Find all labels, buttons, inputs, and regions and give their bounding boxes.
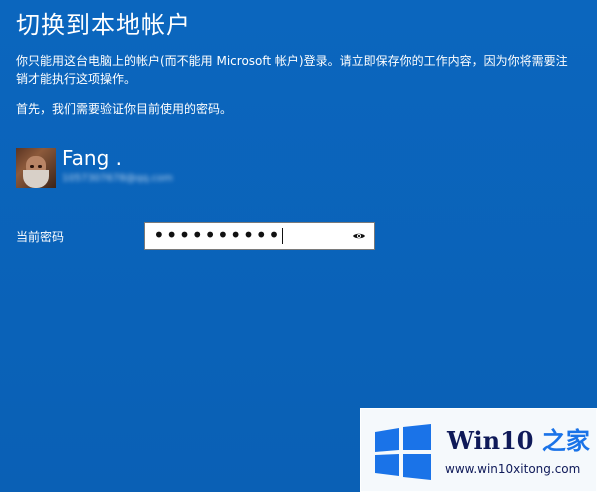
- eye-icon[interactable]: [352, 231, 366, 241]
- account-text-block: Fang . 1057307678@qq.com: [62, 146, 173, 185]
- password-verification-hint: 首先，我们需要验证你目前使用的密码。: [16, 102, 233, 116]
- avatar-beard-shape: [23, 170, 49, 188]
- account-switch-description: 你只能用这台电脑上的帐户(而不能用 Microsoft 帐户)登录。请立即保存你…: [16, 54, 568, 86]
- avatar-left-eye: [30, 165, 34, 168]
- current-password-field[interactable]: ••••••••••: [144, 222, 375, 250]
- windows-logo-icon: [375, 424, 431, 480]
- site-watermark: Win10 之家 www.win10xitong.com: [360, 408, 597, 492]
- watermark-brand: Win10 之家: [447, 427, 590, 455]
- page-root: 切换到本地帐户 你只能用这台电脑上的帐户(而不能用 Microsoft 帐户)登…: [0, 0, 597, 492]
- user-avatar-icon: [16, 148, 56, 188]
- current-password-value[interactable]: ••••••••••: [153, 225, 281, 245]
- watermark-url: www.win10xitong.com: [445, 462, 581, 476]
- avatar-right-eye: [38, 165, 42, 168]
- watermark-brand-suffix: 之家: [541, 426, 590, 455]
- account-name: Fang .: [62, 146, 123, 170]
- text-caret: [281, 228, 283, 244]
- current-password-label: 当前密码: [16, 230, 65, 244]
- account-summary: Fang . 1057307678@qq.com: [16, 146, 173, 188]
- page-title: 切换到本地帐户: [16, 11, 191, 39]
- account-email-masked: 1057307678@qq.com: [62, 173, 173, 184]
- watermark-brand-main: Win10: [447, 426, 534, 455]
